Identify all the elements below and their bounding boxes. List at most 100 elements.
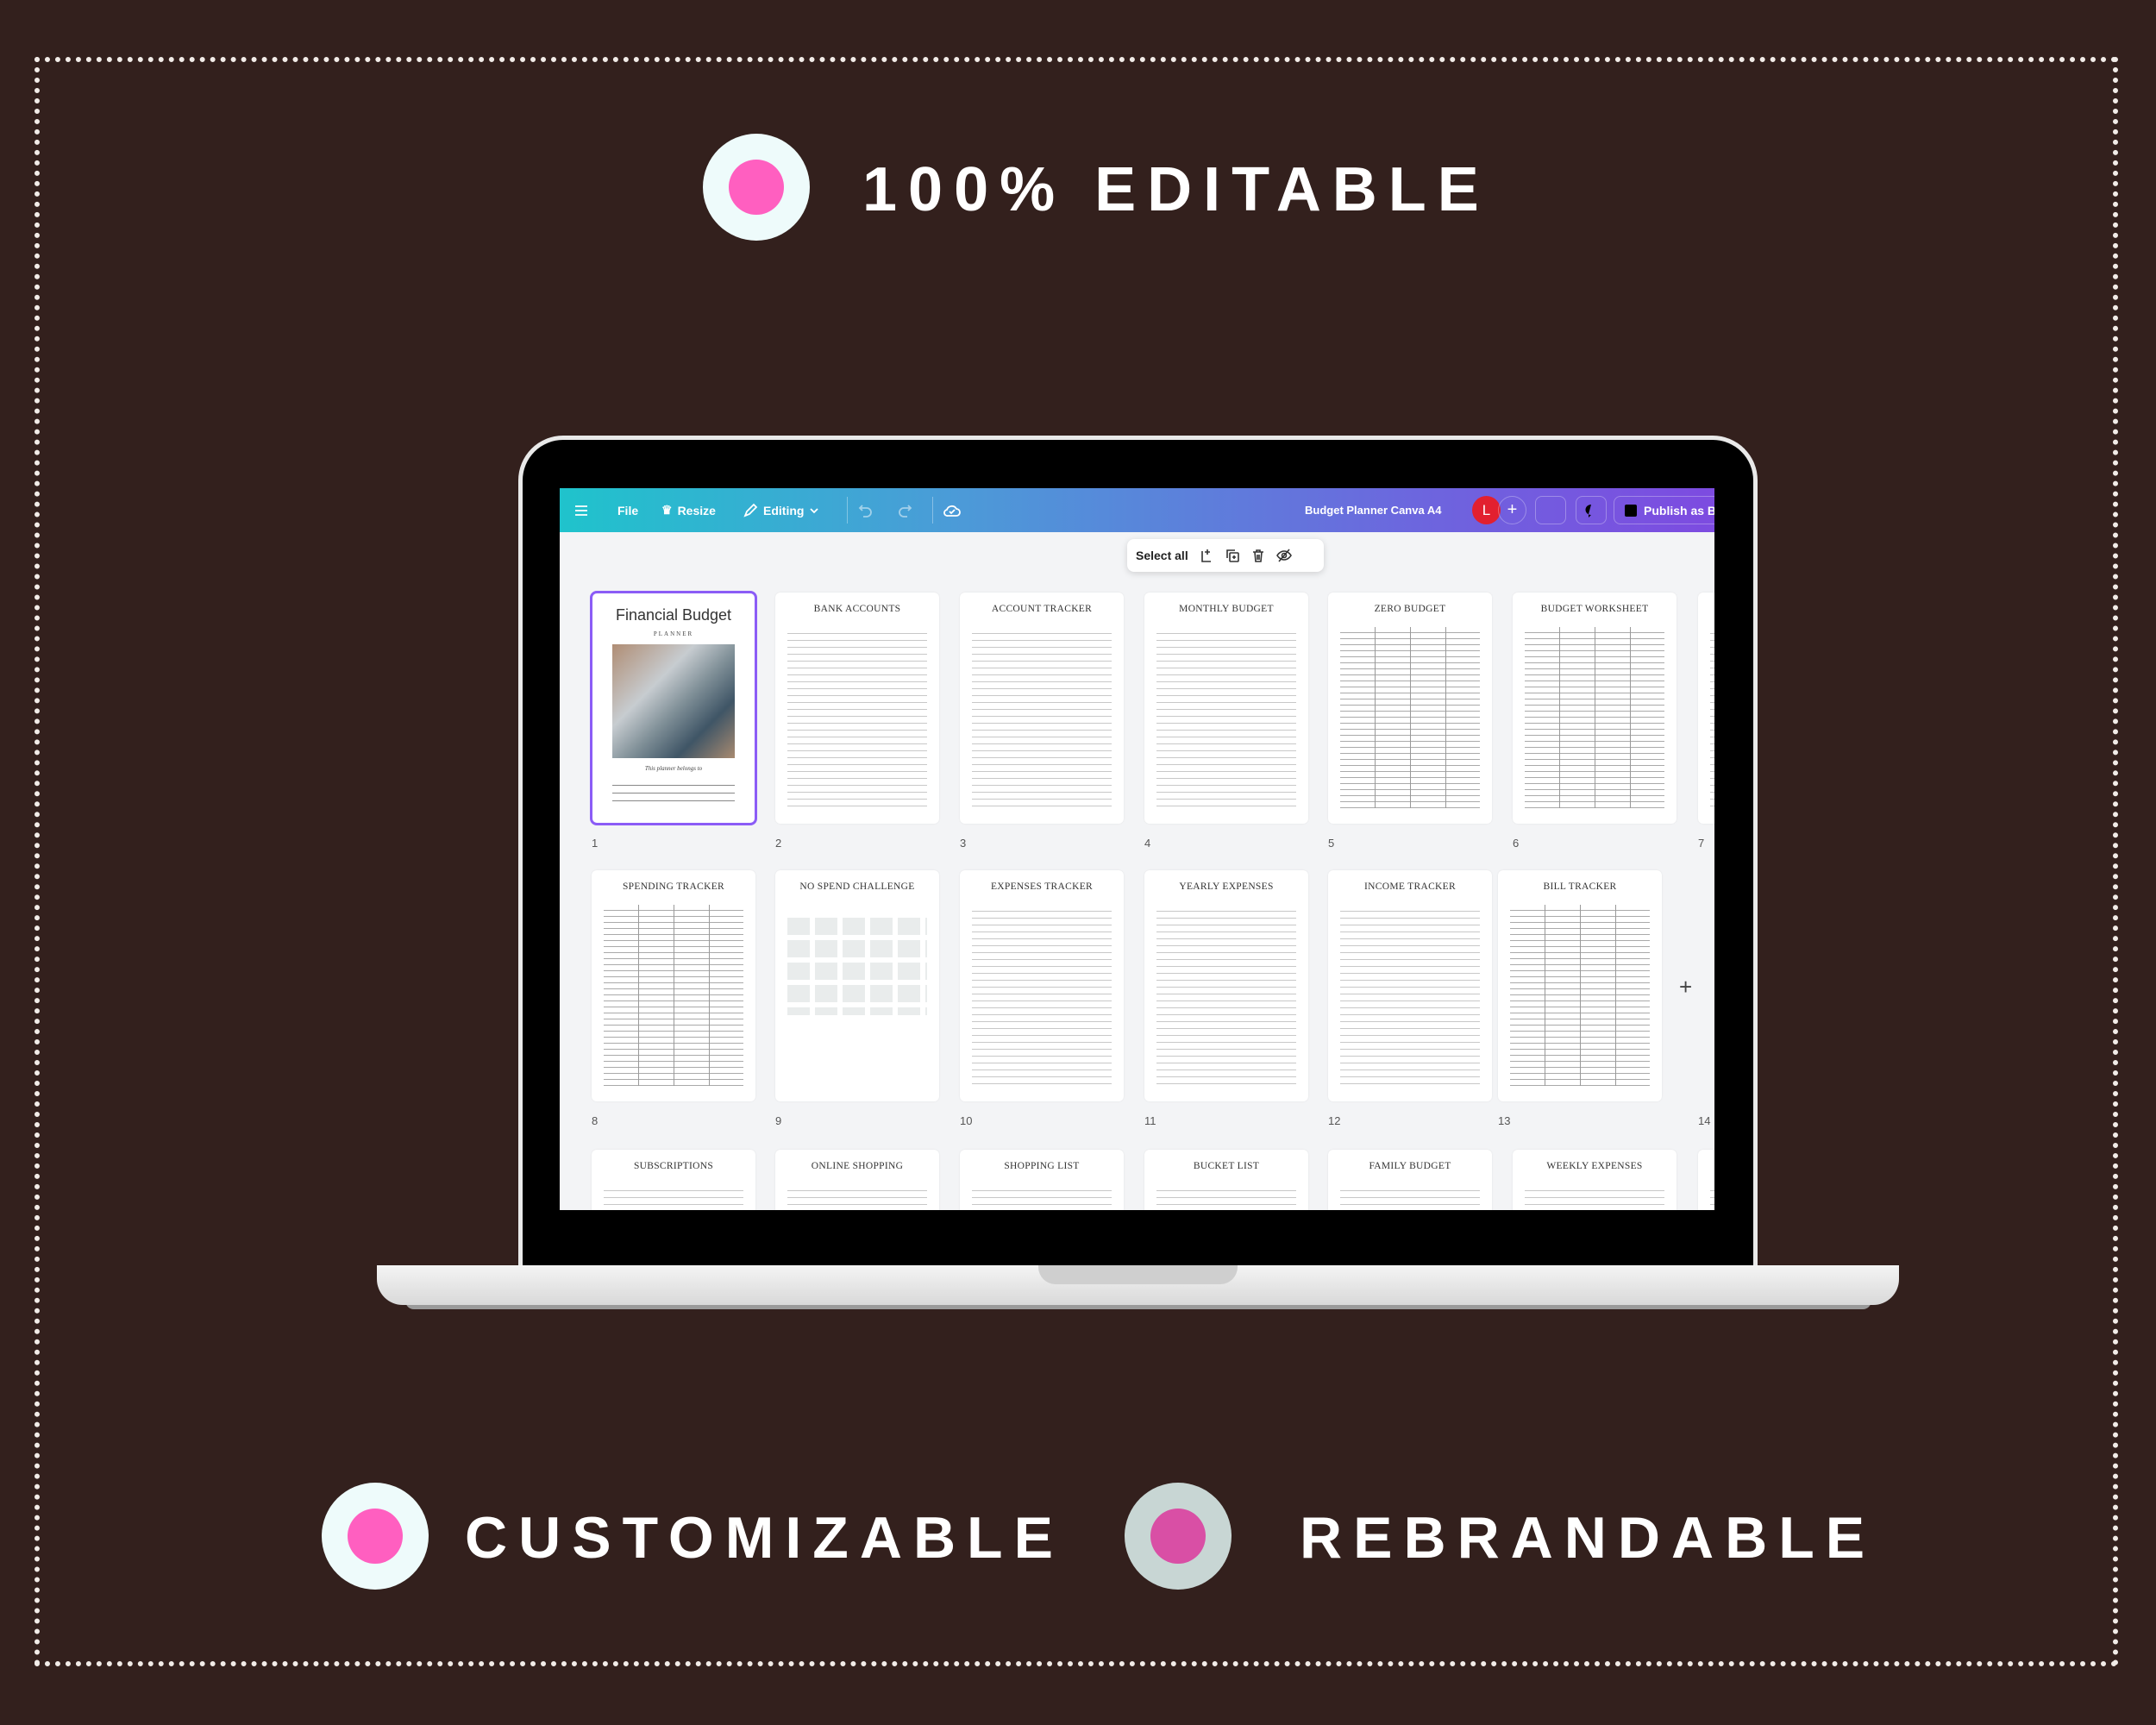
select-all-button[interactable]: Select all bbox=[1136, 549, 1188, 562]
page-thumbnail[interactable]: INCOME TRACKER bbox=[1328, 870, 1492, 1101]
page-title: EXPENSES TRACKER bbox=[990, 881, 1093, 892]
page-content bbox=[787, 1184, 927, 1210]
cover-lines bbox=[612, 778, 735, 802]
redo-icon bbox=[899, 504, 912, 518]
page-number: 8 bbox=[592, 1114, 599, 1127]
menu-button[interactable] bbox=[573, 488, 589, 532]
document-title[interactable]: Budget Planner Canva A4 bbox=[1305, 488, 1441, 532]
page-content bbox=[1340, 1184, 1480, 1210]
headline-editable: 100% EDITABLE bbox=[862, 155, 1490, 224]
page-number: 10 bbox=[960, 1114, 973, 1127]
page-thumbnail[interactable]: YEARLY EXPENSES bbox=[1144, 870, 1308, 1101]
page-number: 2 bbox=[775, 837, 782, 850]
page-number: 13 bbox=[1498, 1114, 1511, 1127]
page-content bbox=[1340, 627, 1480, 808]
page-title: SHOPPING LIST bbox=[1004, 1161, 1080, 1171]
hide-page-icon[interactable] bbox=[1275, 548, 1292, 563]
bullet-icon bbox=[322, 1483, 429, 1590]
page-content bbox=[1525, 1184, 1664, 1210]
page-thumbnail[interactable]: SPENDING TRACKER bbox=[592, 870, 755, 1101]
page-thumbnail[interactable]: ACCOUNT TRACKER bbox=[960, 593, 1124, 824]
comments-button[interactable] bbox=[1576, 496, 1607, 524]
cover-subtitle: PLANNER bbox=[653, 630, 694, 637]
page-content bbox=[1156, 627, 1296, 808]
page-title: SPENDING TRACKER bbox=[622, 881, 724, 892]
page-thumbnail[interactable]: ZERO BUDGET bbox=[1328, 593, 1492, 824]
page-title: NO SPEND CHALLENGE bbox=[799, 881, 915, 892]
page-title: BANK ACCOUNTS bbox=[813, 604, 901, 614]
page-content bbox=[1340, 905, 1480, 1086]
page-thumbnail[interactable]: BILL TRACKER bbox=[1498, 870, 1662, 1101]
page-thumbnail[interactable] bbox=[1698, 1150, 1714, 1210]
page-thumbnail[interactable]: SUBSCRIPTIONS bbox=[592, 1150, 755, 1210]
page-content bbox=[1510, 905, 1650, 1086]
layout-icon bbox=[1625, 504, 1637, 517]
page-content bbox=[604, 905, 743, 1086]
bar-chart-icon bbox=[1545, 505, 1557, 517]
page-title: YEARLY EXPENSES bbox=[1179, 881, 1274, 892]
page-title: ACCOUNT TRACKER bbox=[991, 604, 1093, 614]
page-thumbnail[interactable]: SHOPPING LIST bbox=[960, 1150, 1124, 1210]
page-number: 4 bbox=[1144, 837, 1151, 850]
page-number: 5 bbox=[1328, 837, 1335, 850]
cloud-check-icon bbox=[943, 505, 961, 517]
page-content bbox=[1525, 627, 1664, 808]
cover-title: Financial Budget bbox=[615, 606, 732, 624]
laptop-notch bbox=[1038, 1265, 1238, 1284]
page-thumbnail[interactable]: NO SPEND CHALLENGE bbox=[775, 870, 939, 1101]
page-content bbox=[972, 1184, 1112, 1210]
page-content bbox=[604, 1184, 743, 1210]
resize-label: Resize bbox=[677, 503, 716, 518]
page-thumbnail[interactable]: MONTHLY BUDGET bbox=[1144, 593, 1308, 824]
page-number: 7 bbox=[1698, 837, 1705, 850]
page-title: WEEKLY EXPENSES bbox=[1546, 1161, 1643, 1171]
page-number: 1 bbox=[592, 837, 599, 850]
bullet-icon bbox=[703, 134, 810, 241]
page-number: 12 bbox=[1328, 1114, 1341, 1127]
page-thumbnail[interactable]: Financial Budget PLANNER This planner belo… bbox=[590, 591, 757, 825]
trash-icon[interactable] bbox=[1250, 548, 1266, 563]
page-content bbox=[1710, 627, 1714, 808]
page-content bbox=[787, 918, 927, 1015]
page-number: 3 bbox=[960, 837, 967, 850]
page-thumbnail[interactable]: BANK ACCOUNTS bbox=[775, 593, 939, 824]
page-number: 14 bbox=[1698, 1114, 1711, 1127]
page-thumbnail[interactable]: FAMILY BUDGET bbox=[1328, 1150, 1492, 1210]
page-thumbnail[interactable]: WEEKLY EXPENSES bbox=[1513, 1150, 1677, 1210]
page-number: 9 bbox=[775, 1114, 782, 1127]
page-title: BUCKET LIST bbox=[1193, 1161, 1260, 1171]
editing-label: Editing bbox=[763, 503, 805, 518]
insights-button[interactable] bbox=[1535, 496, 1566, 524]
comment-icon bbox=[1585, 504, 1591, 518]
page-selection-bar: Select all bbox=[1127, 539, 1324, 572]
page-thumbnail[interactable]: BUDGET WORKSHEET bbox=[1513, 593, 1677, 824]
bullet-icon bbox=[1125, 1483, 1232, 1590]
page-title: BUDGET WORKSHEET bbox=[1540, 604, 1649, 614]
page-title: SUBSCRIPTIONS bbox=[633, 1161, 714, 1171]
page-thumbnail[interactable]: BUCKET LIST bbox=[1144, 1150, 1308, 1210]
avatar[interactable]: L bbox=[1472, 496, 1501, 524]
add-page-icon[interactable] bbox=[1199, 548, 1214, 563]
headline-rebrandable: REBRANDABLE bbox=[1300, 1505, 1877, 1571]
page-thumbnail[interactable] bbox=[1698, 593, 1714, 824]
publish-label: Publish as B bbox=[1644, 503, 1714, 518]
duplicate-page-icon[interactable] bbox=[1225, 548, 1240, 563]
headline-customizable: CUSTOMIZABLE bbox=[465, 1505, 1064, 1571]
cover-belongs: This planner belongs to bbox=[644, 765, 703, 772]
save-status-button[interactable] bbox=[943, 488, 962, 532]
resize-button[interactable]: ♛ Resize bbox=[661, 488, 716, 532]
editing-mode-dropdown[interactable]: Editing bbox=[743, 488, 819, 532]
hamburger-icon bbox=[575, 505, 587, 516]
page-content bbox=[787, 627, 927, 808]
add-page-button[interactable]: + bbox=[1679, 974, 1692, 1000]
add-collaborator-button[interactable]: + bbox=[1498, 496, 1526, 524]
page-thumbnail[interactable]: EXPENSES TRACKER bbox=[960, 870, 1124, 1101]
page-thumbnail[interactable]: ONLINE SHOPPING bbox=[775, 1150, 939, 1210]
page-title: BILL TRACKER bbox=[1543, 881, 1617, 892]
plus-icon: + bbox=[1507, 500, 1518, 519]
file-menu[interactable]: File bbox=[617, 488, 638, 532]
undo-button[interactable] bbox=[857, 488, 874, 532]
page-number: 11 bbox=[1144, 1114, 1156, 1127]
publish-button[interactable]: Publish as B bbox=[1614, 496, 1714, 524]
redo-button[interactable] bbox=[896, 488, 913, 532]
